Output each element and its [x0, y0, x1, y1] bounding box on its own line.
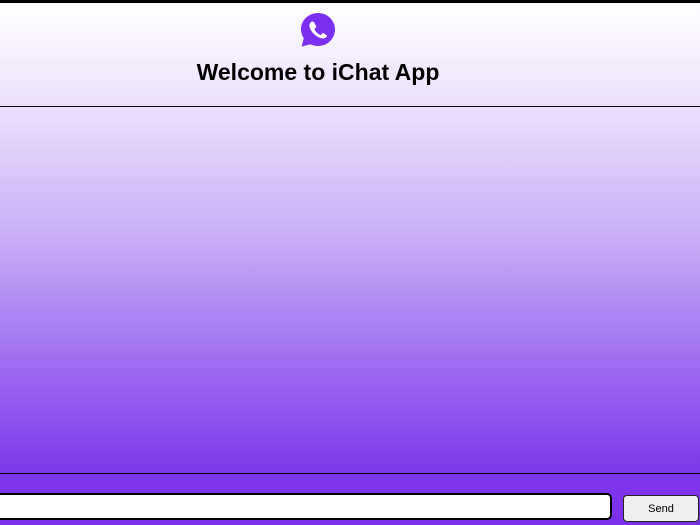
whatsapp-logo-icon [301, 13, 335, 47]
message-input[interactable] [0, 493, 612, 520]
chat-logo-icon [299, 11, 337, 49]
chat-messages-area[interactable] [0, 107, 700, 474]
page-title: Welcome to iChat App [196, 59, 440, 85]
app-header: Welcome to iChat App [0, 3, 700, 107]
send-button[interactable]: Send [623, 495, 699, 522]
